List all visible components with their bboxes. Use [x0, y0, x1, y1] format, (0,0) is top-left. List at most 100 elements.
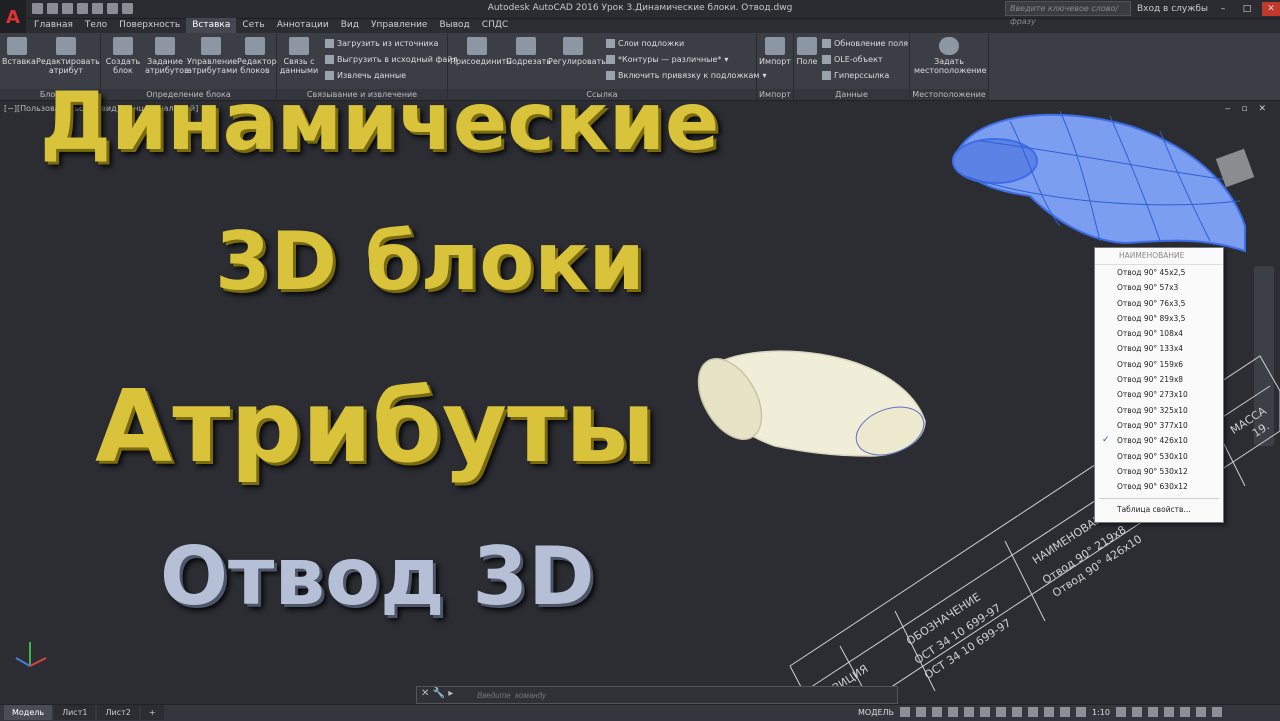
data-panel-title[interactable]: Данные	[794, 89, 909, 100]
lookup-dropdown[interactable]: НАИМЕНОВАНИЕ Отвод 90° 45х2,5 Отвод 90° …	[1094, 247, 1224, 523]
minimize-icon[interactable]: –	[1214, 2, 1232, 16]
ortho-icon[interactable]	[932, 707, 943, 717]
dropdown-item[interactable]: Отвод 90° 530х10	[1095, 449, 1223, 464]
model-space-button[interactable]: МОДЕЛЬ	[858, 708, 894, 717]
hardware-acceleration-icon[interactable]	[1179, 707, 1190, 717]
tab-manage[interactable]: Управление	[365, 18, 433, 33]
tab-solid[interactable]: Тело	[79, 18, 113, 33]
dropdown-item[interactable]: Отвод 90° 57х3	[1095, 280, 1223, 295]
dropdown-item[interactable]: Отвод 90° 630х12	[1095, 479, 1223, 494]
ole-icon	[822, 55, 831, 64]
login-button[interactable]: Вход в службы	[1137, 4, 1208, 14]
tab-output[interactable]: Вывод	[433, 18, 475, 33]
grid-icon[interactable]	[900, 707, 911, 717]
selection-cycling-icon[interactable]	[1060, 707, 1071, 717]
tab-insert[interactable]: Вставка	[186, 18, 237, 33]
ole-object-button[interactable]: OLE-объект	[822, 55, 883, 64]
command-line-icons[interactable]: ✕ 🔧 ▸	[421, 688, 453, 699]
dropdown-item[interactable]: Отвод 90° 219х8	[1095, 372, 1223, 387]
set-location-button[interactable]: Задать местоположение	[914, 37, 987, 75]
otrack-icon[interactable]	[996, 707, 1007, 717]
import-panel-title[interactable]: Импорт	[757, 89, 793, 100]
dropdown-item-selected[interactable]: ✓ Отвод 90° 426х10	[1095, 433, 1223, 448]
overlay-title-elbow-3d: Отвод 3D	[160, 530, 595, 623]
dropdown-item[interactable]: Отвод 90° 273х10	[1095, 387, 1223, 402]
maximize-icon[interactable]: □	[1238, 2, 1256, 16]
dropdown-item[interactable]: Отвод 90° 108х4	[1095, 326, 1223, 341]
tab-spds[interactable]: СПДС	[476, 18, 514, 33]
tab-home[interactable]: Главная	[28, 18, 79, 33]
dropdown-item[interactable]: Отвод 90° 377х10	[1095, 418, 1223, 433]
workspace-icon[interactable]	[1147, 707, 1158, 717]
overlay-title-dynamic: Динамические	[40, 75, 720, 168]
edit-attribute-icon	[56, 37, 76, 55]
create-block-icon	[113, 37, 133, 55]
transparency-icon[interactable]	[1044, 707, 1055, 717]
lineweight-icon[interactable]	[1028, 707, 1039, 717]
underlay-layers-button[interactable]: Слои подложки	[606, 39, 684, 48]
dropdown-item[interactable]: Отвод 90° 45х2,5	[1095, 265, 1223, 280]
insert-button[interactable]: Вставка	[2, 37, 36, 66]
attach-icon	[467, 37, 487, 55]
upload-to-source-button[interactable]: Выгрузить в исходный файл	[325, 55, 458, 64]
customization-icon[interactable]	[1211, 707, 1222, 717]
dropdown-item[interactable]: Отвод 90° 159х6	[1095, 357, 1223, 372]
dropdown-item[interactable]: Отвод 90° 530х12	[1095, 464, 1223, 479]
tab-model[interactable]: Модель	[4, 705, 53, 720]
tab-annotate[interactable]: Аннотации	[271, 18, 335, 33]
autocad-logo-icon[interactable]: A	[0, 0, 26, 34]
attach-button[interactable]: Присоединить	[450, 37, 511, 66]
snap-mode-icon[interactable]	[916, 707, 927, 717]
isolate-objects-icon[interactable]	[1163, 707, 1174, 717]
search-input[interactable]: Введите ключевое слово/фразу	[1004, 1, 1131, 26]
import-button[interactable]: Импорт	[759, 37, 791, 66]
overlay-title-attributes: Атрибуты	[95, 368, 656, 485]
ucs-icon[interactable]	[1012, 707, 1023, 717]
adjust-button[interactable]: Регулировать	[548, 37, 606, 66]
location-panel-title[interactable]: Местоположение	[910, 89, 988, 100]
manage-attributes-icon	[201, 37, 221, 55]
adjust-icon	[563, 37, 583, 55]
tab-layout2[interactable]: Лист2	[97, 705, 139, 720]
globe-icon	[939, 37, 959, 55]
property-table-button[interactable]: Таблица свойств...	[1095, 503, 1223, 517]
field-button[interactable]: Поле	[796, 37, 818, 66]
status-bar: Модель Лист1 Лист2 + МОДЕЛЬ 1:10	[0, 704, 1280, 721]
download-icon	[325, 39, 334, 48]
define-attributes-button[interactable]: Задание атрибутов	[145, 37, 189, 75]
blue-elbow-3d[interactable]	[952, 110, 1255, 253]
command-input[interactable]	[475, 688, 879, 703]
polar-icon[interactable]	[948, 707, 959, 717]
close-icon[interactable]: ✕	[1262, 1, 1280, 16]
update-fields-button[interactable]: Обновление поля	[822, 39, 908, 48]
3d-osnap-icon[interactable]	[980, 707, 991, 717]
checkmark-icon: ✓	[1102, 435, 1110, 446]
dropdown-item[interactable]: Отвод 90° 76х3,5	[1095, 296, 1223, 311]
annotation-scale[interactable]: 1:10	[1092, 708, 1110, 717]
hyperlink-button[interactable]: Гиперссылка	[822, 71, 889, 80]
gear-icon[interactable]	[1115, 707, 1126, 717]
osnap-icon[interactable]	[964, 707, 975, 717]
cream-elbow-3d[interactable]	[685, 348, 930, 464]
create-block-button[interactable]: Создать блок	[105, 37, 141, 75]
edit-attribute-button[interactable]: Редактировать атрибут	[36, 37, 100, 75]
annotation-visibility-icon[interactable]	[1076, 707, 1087, 717]
dropdown-item[interactable]: Отвод 90° 89х3,5	[1095, 311, 1223, 326]
plus-icon[interactable]	[1131, 707, 1142, 717]
manage-attributes-button[interactable]: Управление атрибутами	[187, 37, 237, 75]
frames-dropdown[interactable]: *Контуры — различные* ▾	[606, 55, 728, 64]
dropdown-header: НАИМЕНОВАНИЕ	[1095, 248, 1223, 265]
tab-layout1[interactable]: Лист1	[54, 705, 96, 720]
overlay-title-3d-blocks: 3D блоки	[215, 215, 645, 308]
tab-view[interactable]: Вид	[335, 18, 365, 33]
fullscreen-icon[interactable]	[1195, 707, 1206, 717]
add-layout-button[interactable]: +	[140, 705, 164, 720]
dropdown-item[interactable]: Отвод 90° 133х4	[1095, 341, 1223, 356]
tab-surface[interactable]: Поверхность	[113, 18, 186, 33]
data-link-button[interactable]: Связь с данными	[279, 37, 319, 75]
block-editor-button[interactable]: Редактор блоков	[237, 37, 277, 75]
dropdown-item[interactable]: Отвод 90° 325х10	[1095, 403, 1223, 418]
load-from-source-button[interactable]: Загрузить из источника	[325, 39, 438, 48]
clip-button[interactable]: Подрезать	[506, 37, 551, 66]
tab-mesh[interactable]: Сеть	[236, 18, 270, 33]
